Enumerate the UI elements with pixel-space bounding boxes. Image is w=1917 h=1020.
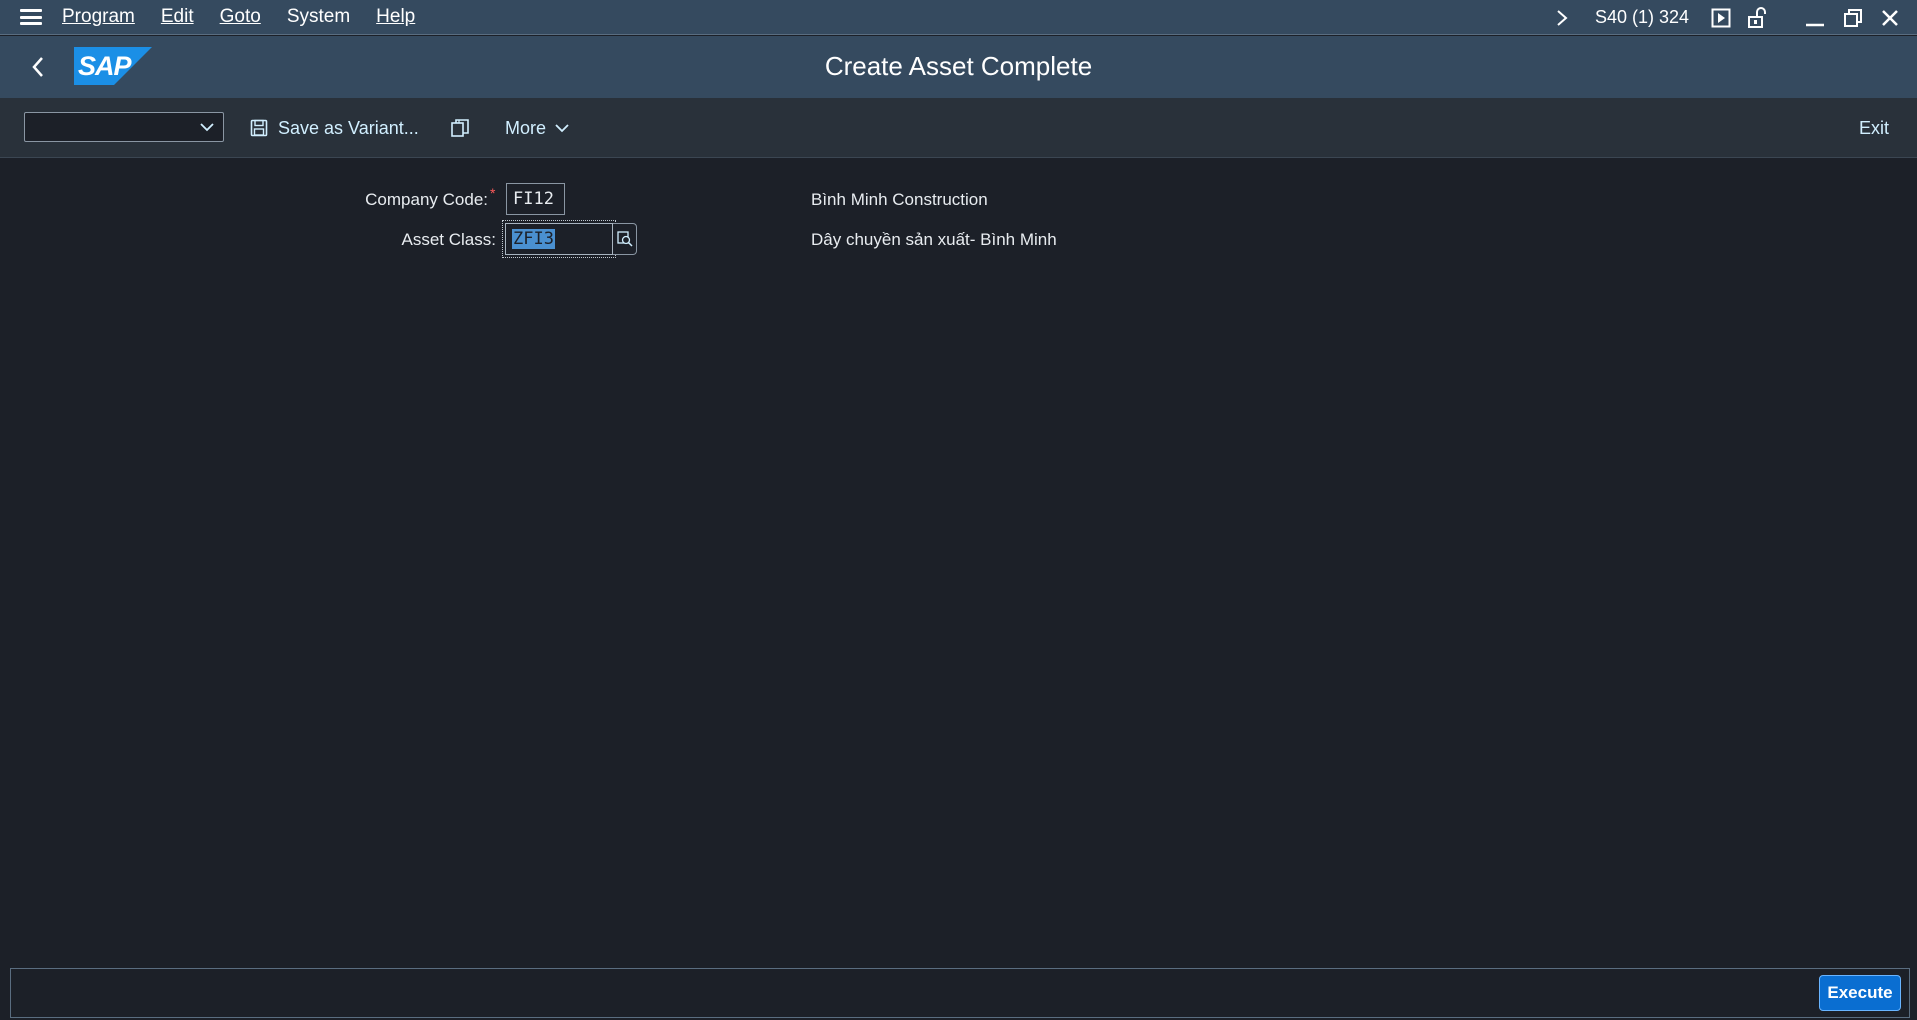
company-code-value: FI12 [513, 189, 554, 209]
company-code-label: Company Code: [365, 190, 488, 209]
menu-system-label: System [286, 6, 351, 27]
company-code-description: Bình Minh Construction [811, 190, 988, 209]
menu-system[interactable]: System [287, 6, 350, 28]
menu-goto-label: Goto [219, 6, 261, 27]
execute-button[interactable]: Execute [1819, 975, 1901, 1011]
copy-icon [451, 119, 469, 137]
asset-class-input[interactable]: ZFI3 [505, 223, 613, 255]
page-title: Create Asset Complete [824, 51, 1093, 81]
menu-edit-label: Edit [160, 6, 194, 27]
chevron-down-icon [555, 124, 569, 133]
footer-bar: Execute [10, 968, 1910, 1018]
restore-icon[interactable] [1843, 8, 1863, 28]
unlock-icon[interactable] [1747, 6, 1767, 29]
value-help-icon [616, 231, 633, 247]
application-toolbar: Save as Variant... More Exit [0, 98, 1917, 158]
menu-edit[interactable]: Edit [161, 6, 194, 28]
variant-dropdown[interactable] [24, 112, 224, 142]
exit-button[interactable]: Exit [1859, 114, 1889, 142]
more-label: More [505, 117, 547, 138]
save-as-variant-button[interactable]: Save as Variant... [250, 114, 419, 142]
menu-help-label: Help [376, 6, 416, 27]
minimize-icon[interactable] [1805, 8, 1825, 28]
copy-button[interactable] [450, 114, 480, 142]
system-info: S40 (1) 324 [1594, 7, 1689, 27]
menu-bar-right: S40 (1) 324 [1555, 0, 1917, 35]
asset-class-value: ZFI3 [512, 229, 555, 249]
chevron-down-icon [200, 123, 214, 132]
company-code-input[interactable]: FI12 [506, 183, 565, 215]
chevron-right-icon[interactable] [1555, 8, 1569, 28]
menu-help[interactable]: Help [376, 6, 415, 28]
menu-bar: Program Edit Goto System Help S40 (1) 32… [0, 0, 1917, 35]
asset-class-label: Asset Class: [401, 230, 496, 249]
menu-goto[interactable]: Goto [220, 6, 261, 28]
shell-header: SAP Create Asset Complete [0, 36, 1917, 98]
execute-label: Execute [1827, 983, 1893, 1002]
menu-icon[interactable] [20, 9, 42, 25]
exit-label: Exit [1858, 117, 1889, 138]
save-as-variant-label: Save as Variant... [278, 117, 419, 138]
asset-class-description: Dây chuyền sản xuất- Bình Minh [811, 230, 1057, 249]
close-icon[interactable] [1881, 9, 1899, 27]
menu-program-label: Program [62, 6, 135, 27]
play-icon[interactable] [1711, 8, 1731, 28]
more-button[interactable]: More [505, 114, 580, 142]
save-icon [250, 119, 268, 137]
value-help-button[interactable] [613, 223, 637, 255]
required-indicator: * [490, 185, 496, 201]
menu-program[interactable]: Program [62, 6, 135, 28]
